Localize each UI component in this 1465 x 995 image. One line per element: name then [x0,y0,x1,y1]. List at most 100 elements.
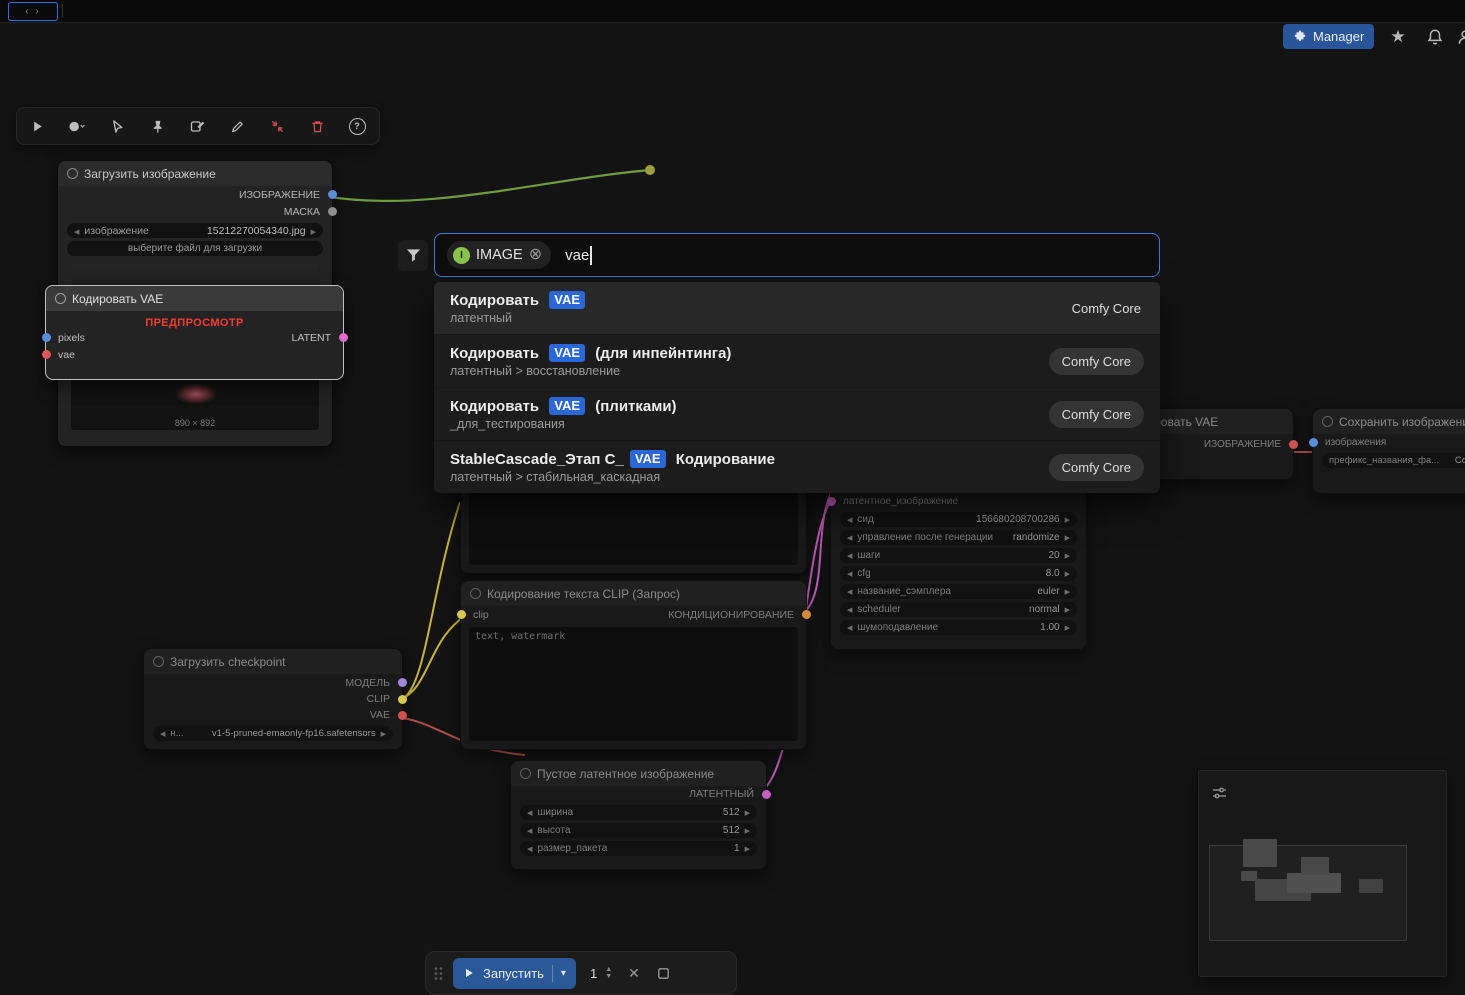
widget-increment-icon[interactable] [1065,568,1070,579]
node-load-checkpoint[interactable]: Загрузить checkpoint МОДЕЛЬ CLIP VAE н..… [143,648,407,750]
output-image-port[interactable] [327,190,337,199]
minimap[interactable] [1198,770,1447,977]
widget-decrement-icon[interactable] [847,532,852,543]
prompt-textarea[interactable] [469,489,798,565]
output-latent-port[interactable] [338,333,348,342]
collapse-dot-icon[interactable] [1322,416,1333,427]
node-vae-encode[interactable]: Кодировать VAE ПРЕДПРОСМОТР pixels LATEN… [41,285,348,380]
collapse-dot-icon[interactable] [67,168,78,179]
widget-increment-icon[interactable] [1065,586,1070,597]
increment-icon[interactable] [605,966,612,973]
widget-row[interactable]: шумоподавление 1.00 [840,620,1077,635]
search-result-row[interactable]: Кодировать VAE (плитками) _для_тестирова… [434,388,1160,441]
output-model-port[interactable] [397,678,407,687]
type-filter-chip[interactable]: I IMAGE [447,241,552,269]
user-avatar-icon[interactable] [1454,26,1465,48]
widget-decrement-icon[interactable] [847,586,852,597]
image-widget[interactable]: изображение 15212270054340.jpg [67,223,323,238]
node-empty-latent[interactable]: Пустое латентное изображение ЛАТЕНТНЫЙ ш… [510,760,771,870]
collapse-dot-icon[interactable] [520,768,531,779]
widget-row[interactable]: управление после генерации randomize [840,530,1077,545]
widget-value: normal [1029,604,1060,615]
widget-decrement-icon[interactable] [847,568,852,579]
widget-decrement-icon[interactable] [847,514,852,525]
chip-remove-icon[interactable] [529,247,542,263]
execute-button[interactable] [17,108,57,144]
manager-button[interactable]: Manager [1283,24,1375,49]
widget-increment-icon[interactable] [1065,532,1070,543]
minimap-settings-icon[interactable] [1211,785,1227,801]
widget-row[interactable]: название_сэмплера euler [840,584,1077,599]
select-cursor-button[interactable] [97,108,137,144]
widget-increment-icon[interactable] [1065,550,1070,561]
chevron-down-icon[interactable] [561,968,566,979]
color-picker-button[interactable] [57,108,97,144]
widget-increment-icon[interactable] [745,843,750,854]
rename-pencil-button[interactable] [217,108,257,144]
drag-handle-icon[interactable] [434,966,443,981]
widget-decrement-icon[interactable] [847,550,852,561]
output-clip-label: CLIP [366,693,390,705]
output-conditioning-port[interactable] [801,610,811,619]
node-search-input[interactable]: I IMAGE vae [434,233,1160,277]
workflow-tab[interactable] [8,2,58,21]
widget-decrement-icon[interactable] [160,728,165,739]
run-button[interactable]: Запустить [453,957,576,989]
pin-button[interactable] [137,108,177,144]
output-latent-port[interactable] [761,790,771,799]
widget-decrement-icon[interactable] [74,225,79,237]
input-clip-port[interactable] [456,610,466,619]
help-button[interactable] [337,108,377,144]
favorites-star-icon[interactable] [1387,26,1409,48]
collapse-dot-icon[interactable] [153,656,164,667]
widget-increment-icon[interactable] [1065,622,1070,633]
output-vae-port[interactable] [397,711,407,720]
widget-row[interactable]: ширина 512 [520,805,757,820]
input-pixels-port[interactable] [41,333,51,342]
widget-decrement-icon[interactable] [847,604,852,615]
search-result-row[interactable]: StableCascade_Этап C_ VAE Кодирование лат… [434,441,1160,493]
input-latent-port[interactable] [826,497,836,506]
collapse-button[interactable] [257,108,297,144]
clear-queue-icon[interactable] [622,965,646,982]
widget-row[interactable]: сид 156680208700286 [840,512,1077,527]
widget-row[interactable]: высота 512 [520,823,757,838]
upload-button[interactable]: выберите файл для загрузки [67,241,323,256]
search-result-row[interactable]: Кодировать VAE (для инпейнтинга) латентн… [434,335,1160,388]
widget-increment-icon[interactable] [745,825,750,836]
widget-decrement-icon[interactable] [527,807,532,818]
widget-decrement-icon[interactable] [527,843,532,854]
widget-row[interactable]: размер_пакета 1 [520,841,757,856]
input-vae-port[interactable] [41,350,51,359]
input-images-port[interactable] [1308,438,1318,447]
decrement-icon[interactable] [605,973,612,980]
widget-row[interactable]: шаги 20 [840,548,1077,563]
widget-increment-icon[interactable] [745,807,750,818]
widget-increment-icon[interactable] [1065,514,1070,525]
notification-bell-icon[interactable] [1424,26,1446,48]
widget-increment-icon[interactable] [311,225,316,237]
prefix-widget[interactable]: префикс_названия_фа... Co [1322,453,1465,468]
node-clip-encode-negative[interactable]: Кодирование текста CLIP (Запрос) clip КО… [456,580,811,750]
search-query-text: vae [565,246,590,264]
prompt-textarea[interactable]: text, watermark [469,627,798,741]
widget-row[interactable]: scheduler normal [840,602,1077,617]
widget-increment-icon[interactable] [381,728,386,739]
delete-trash-button[interactable] [297,108,337,144]
widget-increment-icon[interactable] [1065,604,1070,615]
output-clip-port[interactable] [397,695,407,704]
search-result-row[interactable]: Кодировать VAE латентный Comfy Core [434,282,1160,335]
output-image-port[interactable] [1288,440,1298,449]
node-save-image[interactable]: Сохранить изображение изображения префик… [1308,408,1465,494]
collapse-dot-icon[interactable] [55,293,66,304]
widget-decrement-icon[interactable] [847,622,852,633]
ckpt-name-widget[interactable]: н... v1-5-pruned-emaonly-fp16.safetensor… [153,726,393,741]
batch-count-stepper[interactable]: 1 [586,966,612,981]
collapse-dot-icon[interactable] [470,588,481,599]
output-mask-port[interactable] [327,207,337,216]
widget-row[interactable]: cfg 8.0 [840,566,1077,581]
widget-decrement-icon[interactable] [527,825,532,836]
search-filter-button[interactable] [398,240,428,271]
edit-button[interactable] [177,108,217,144]
stop-icon[interactable] [656,966,671,981]
